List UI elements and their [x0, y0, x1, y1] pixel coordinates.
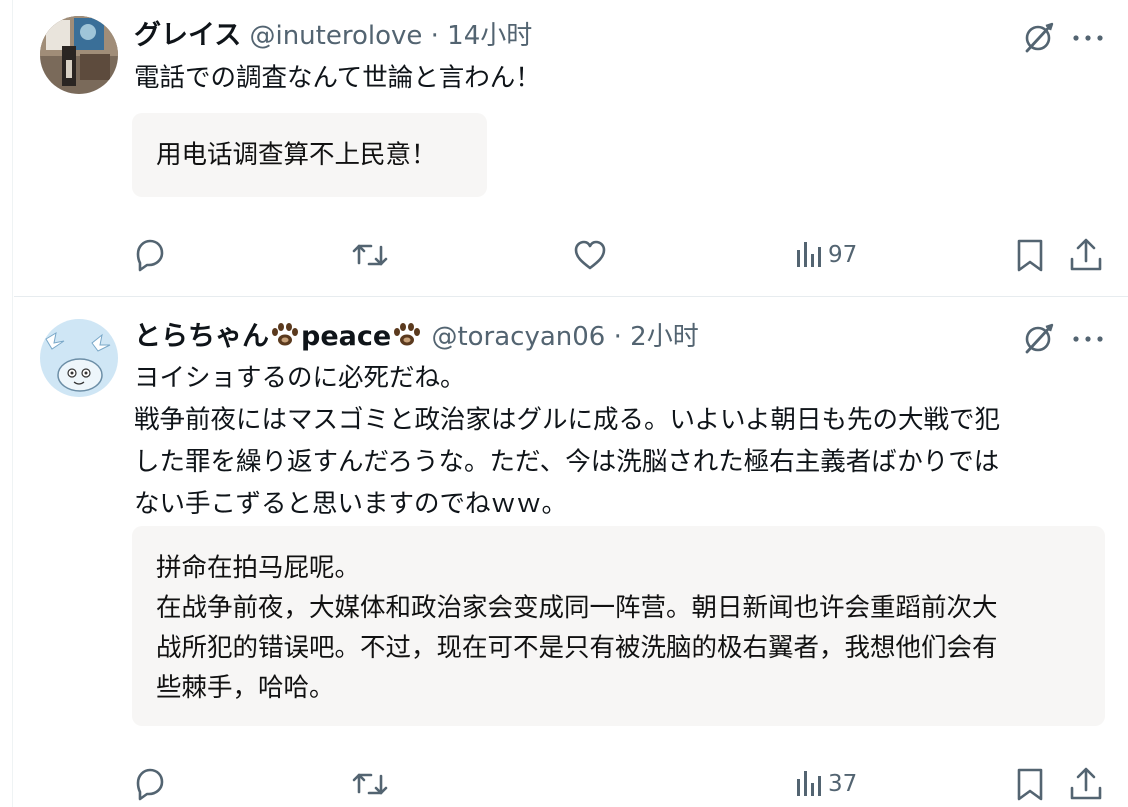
- translation-line: 在战争前夜，大媒体和政治家会变成同一阵营。朝日新闻也许会重蹈前次大: [156, 593, 998, 623]
- post-header: とらちゃん peace @toracyan06 · 2小时: [134, 319, 699, 355]
- author-name[interactable]: グレイス: [134, 20, 241, 51]
- post-text: ヨイショするのに必死だね。 戦争前夜にはマスゴミと政治家はグルに成る。いよいよ朝…: [134, 357, 1000, 525]
- handle-and-time[interactable]: @inuterolove · 14小时: [249, 21, 532, 51]
- translation-line: 战所犯的错误吧。不过，现在可不是只有被洗脑的极右翼者，我想他们会有: [156, 633, 998, 663]
- post-text-line: ヨイショするのに必死だね。: [134, 363, 466, 393]
- translation-line: 些棘手，哈哈。: [156, 673, 335, 703]
- repost-icon[interactable]: [350, 235, 390, 275]
- paw-emoji-icon: [272, 323, 298, 346]
- author-name[interactable]: とらちゃん: [134, 321, 269, 352]
- more-icon[interactable]: [1068, 319, 1108, 359]
- translation-text: 拼命在拍马屁呢。 在战争前夜，大媒体和政治家会变成同一阵营。朝日新闻也许会重蹈前…: [156, 548, 998, 708]
- share-icon[interactable]: [1066, 764, 1106, 804]
- views-button[interactable]: 97: [792, 235, 857, 275]
- post-text-line: 戦争前夜にはマスゴミと政治家はグルに成る。いよいよ朝日も先の大戦で犯: [134, 405, 1000, 435]
- grok-icon[interactable]: [1018, 18, 1058, 58]
- post-1[interactable]: グレイス @inuterolove · 14小时 電話での調査なんて世論と言わん…: [0, 0, 1128, 296]
- reply-icon[interactable]: [130, 764, 170, 804]
- post-text-line: ない手こずると思いますのでねｗｗ。: [134, 489, 567, 519]
- translation-line: 用电话调查算不上民意！: [156, 140, 437, 170]
- views-count: 37: [828, 771, 858, 797]
- more-icon[interactable]: [1068, 18, 1108, 58]
- post-text-line: 電話での調査なんて世論と言わん！: [134, 63, 541, 93]
- paw-emoji-icon: [394, 323, 421, 346]
- bookmark-icon[interactable]: [1010, 235, 1050, 275]
- avatar[interactable]: [40, 16, 118, 94]
- post-text-line: した罪を繰り返すんだろうな。ただ、今は洗脳された極右主義者ばかりでは: [134, 447, 1000, 477]
- avatar[interactable]: [40, 319, 118, 397]
- avatar-image: [40, 16, 118, 94]
- repost-icon[interactable]: [350, 764, 390, 804]
- translation-box: 拼命在拍马屁呢。 在战争前夜，大媒体和政治家会变成同一阵营。朝日新闻也许会重蹈前…: [132, 526, 1105, 726]
- share-icon[interactable]: [1066, 235, 1106, 275]
- views-icon: [797, 771, 821, 796]
- post-header: グレイス @inuterolove · 14小时: [134, 18, 532, 54]
- grok-icon[interactable]: [1018, 319, 1058, 359]
- translation-box: 用电话调查算不上民意！: [132, 113, 487, 197]
- avatar-image: [40, 319, 118, 397]
- reply-icon[interactable]: [130, 235, 170, 275]
- translation-text: 用电话调查算不上民意！: [156, 135, 437, 175]
- post-2[interactable]: とらちゃん peace @toracyan06 · 2小时 ヨイショするのに必死だ…: [0, 297, 1128, 807]
- views-icon: [797, 242, 821, 267]
- handle-and-time[interactable]: @toracyan06 · 2小时: [431, 322, 698, 352]
- bookmark-icon[interactable]: [1010, 764, 1050, 804]
- post-text: 電話での調査なんて世論と言わん！: [134, 57, 541, 99]
- translation-line: 拼命在拍马屁呢。: [156, 553, 361, 583]
- author-name-suffix[interactable]: peace: [301, 321, 391, 352]
- like-icon[interactable]: [570, 235, 610, 275]
- views-count: 97: [828, 242, 858, 268]
- views-button[interactable]: 37: [792, 764, 857, 804]
